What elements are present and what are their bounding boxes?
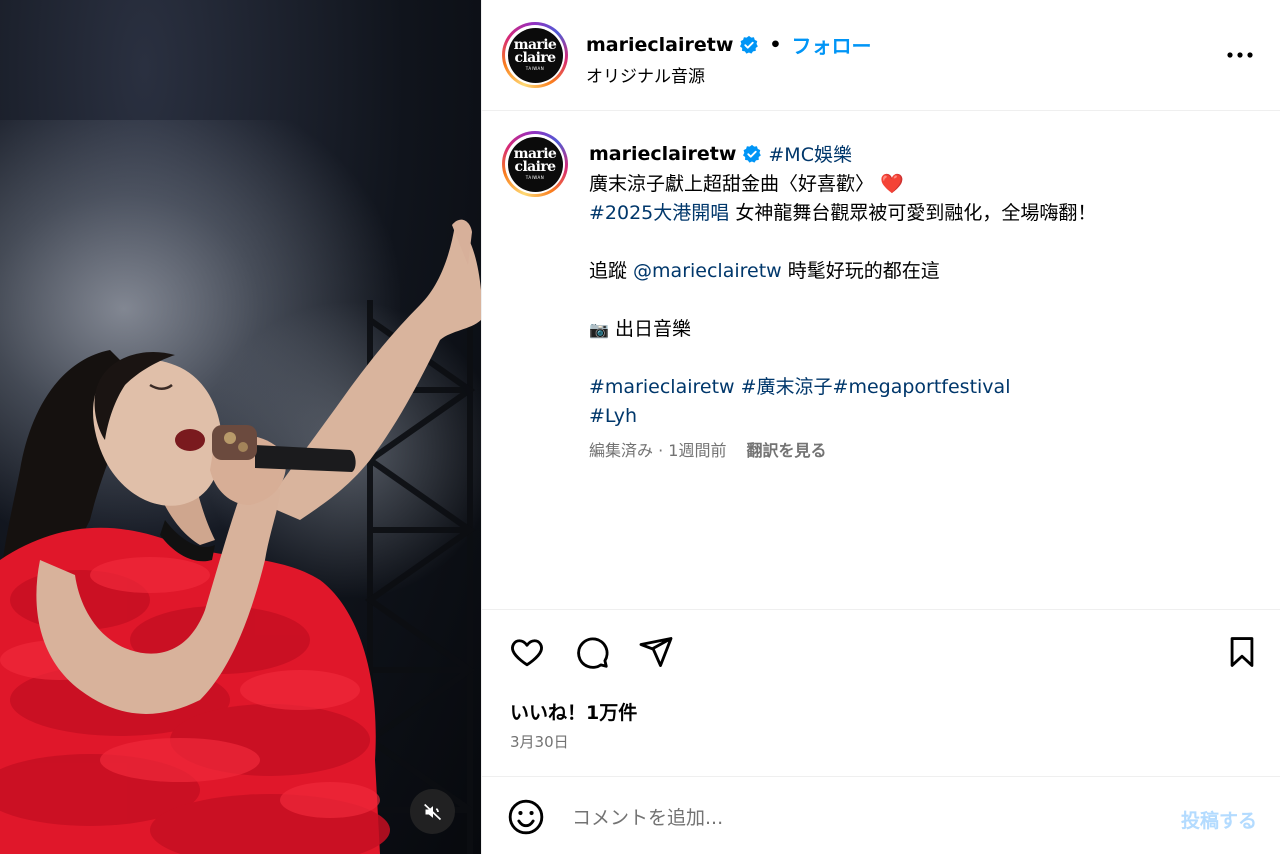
see-translation-button[interactable]: 翻訳を見る [746,437,826,461]
author-username[interactable]: marieclairetw [586,34,733,56]
audio-source-link[interactable]: オリジナル音源 [586,62,705,87]
emoji-picker-button[interactable] [506,797,546,837]
caption-credit-line: 📷 出日音樂 [589,318,691,340]
more-options-icon [1227,52,1253,58]
caption-author-avatar[interactable]: marie claire TAIWAN [502,131,568,197]
author-avatar[interactable]: marie claire TAIWAN [502,22,568,88]
edited-timestamp: 編集済み · 1週間前 [589,441,727,460]
post-header: marie claire TAIWAN marieclairetw • フォロー… [482,0,1280,111]
caption-line-2: #2025大港開唱 女神龍舞台觀眾被可愛到融化，全場嗨翻！ [589,202,1097,224]
caption-line-1: 廣末涼子獻上超甜金曲〈好喜歡〉 ❤️ [589,173,904,195]
paper-plane-icon [639,637,673,667]
verified-badge-icon [740,35,759,54]
heart-icon [511,639,543,667]
verified-badge-icon [743,144,762,163]
post-media[interactable] [0,0,481,854]
marie-claire-logo: marie claire TAIWAN [507,136,563,192]
save-button[interactable] [1222,632,1262,672]
comment-bar: 投稿する [482,776,1280,854]
comment-button[interactable] [572,632,612,672]
caption-hashtags-line-1[interactable]: #marieclairetw #廣末涼子#megaportfestival [589,373,1010,401]
speaker-muted-icon [423,803,441,820]
action-bar [482,620,1280,684]
separator-dot: • [769,33,782,56]
red-heart-emoji: ❤️ [880,173,904,195]
hashtag-mc-link[interactable]: #MC娛樂 [768,140,852,167]
smiley-icon [508,799,544,835]
follow-button[interactable]: フォロー [792,30,872,59]
camera-emoji: 📷 [589,320,609,339]
singer-illustration [0,219,481,854]
caption-hashtags-line-2[interactable]: #Lyh [589,402,637,430]
mute-toggle-button[interactable] [410,789,455,834]
share-button[interactable] [636,632,676,672]
hashtag-concert-link[interactable]: #2025大港開唱 [589,202,729,224]
post-comment-button[interactable]: 投稿する [1181,806,1257,833]
caption-follow-line: 追蹤 @marieclairetw 時髦好玩的都在這 [589,260,940,282]
mention-link[interactable]: @marieclairetw [633,260,782,282]
caption-meta: 編集済み · 1週間前 翻訳を見る [589,437,826,461]
header-user-line: marieclairetw • フォロー [586,30,872,59]
more-options-button[interactable] [1225,44,1255,66]
comment-input[interactable] [572,801,1132,835]
caption-username[interactable]: marieclairetw [589,143,736,165]
post-date[interactable]: 3月30日 [510,731,569,752]
comment-bubble-icon [577,637,609,669]
like-button[interactable] [507,632,547,672]
likes-count[interactable]: いいね！1万件 [510,698,637,725]
caption-section: marie claire TAIWAN marieclairetw #MC娛樂 … [482,112,1280,610]
bookmark-icon [1230,637,1254,667]
post-details-pane: marie claire TAIWAN marieclairetw • フォロー… [481,0,1280,854]
caption-user-line: marieclairetw #MC娛樂 [589,140,852,167]
marie-claire-logo: marie claire TAIWAN [507,27,563,83]
